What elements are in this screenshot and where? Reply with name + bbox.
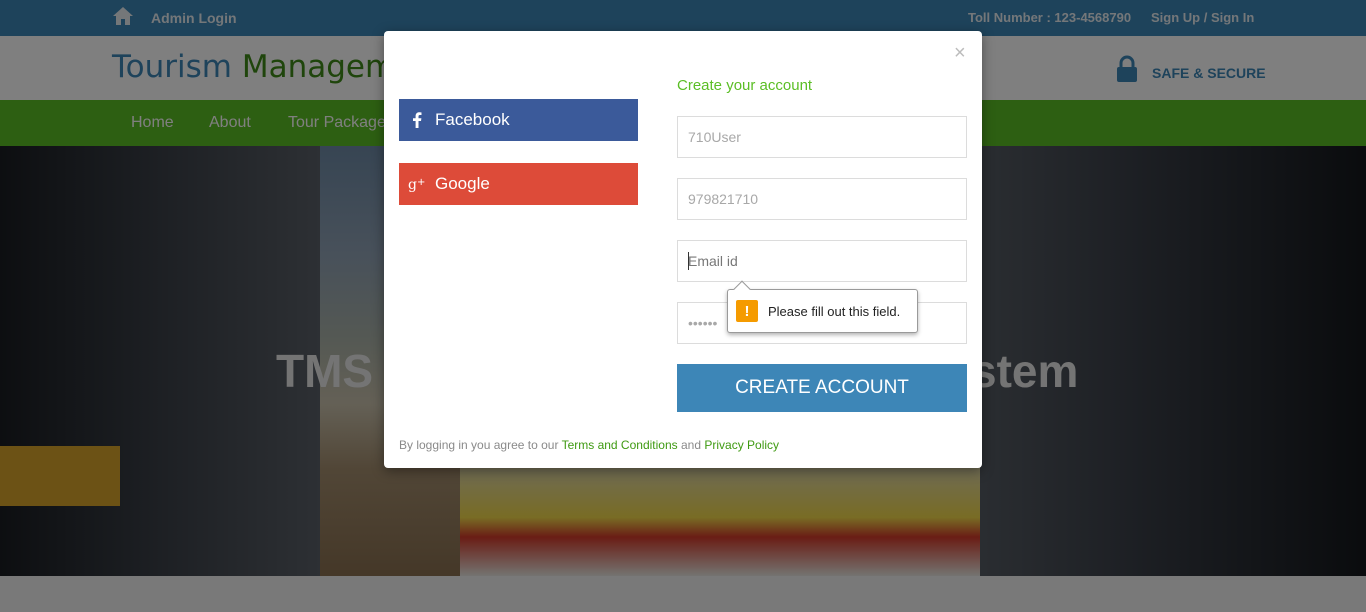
close-icon[interactable]: × <box>954 43 966 63</box>
terms-and-word: and <box>680 438 702 452</box>
full-name-input[interactable] <box>677 116 967 158</box>
terms-prefix: By logging in you agree to our <box>399 438 559 452</box>
terms-and-conditions-link[interactable]: Terms and Conditions <box>562 438 678 452</box>
validation-message: Please fill out this field. <box>768 303 901 319</box>
create-account-button[interactable]: CREATE ACCOUNT <box>677 364 967 412</box>
mobile-number-input[interactable] <box>677 178 967 220</box>
text-cursor <box>688 252 689 270</box>
google-plus-icon: g + <box>399 163 435 205</box>
validation-tooltip: ! Please fill out this field. <box>727 280 918 333</box>
svg-text:+: + <box>417 177 425 188</box>
signup-modal: × Facebook g + Google Create your accoun… <box>384 31 982 468</box>
email-input[interactable] <box>677 240 967 282</box>
google-label: Google <box>435 174 490 193</box>
facebook-label: Facebook <box>435 110 510 129</box>
svg-text:g: g <box>408 177 417 192</box>
facebook-icon <box>399 99 435 141</box>
form-title: Create your account <box>677 77 813 94</box>
warning-icon: ! <box>736 300 758 322</box>
google-login-button[interactable]: g + Google <box>399 163 638 205</box>
privacy-policy-link[interactable]: Privacy Policy <box>704 438 779 452</box>
facebook-login-button[interactable]: Facebook <box>399 99 638 141</box>
terms-notice: By logging in you agree to our Terms and… <box>399 438 779 452</box>
